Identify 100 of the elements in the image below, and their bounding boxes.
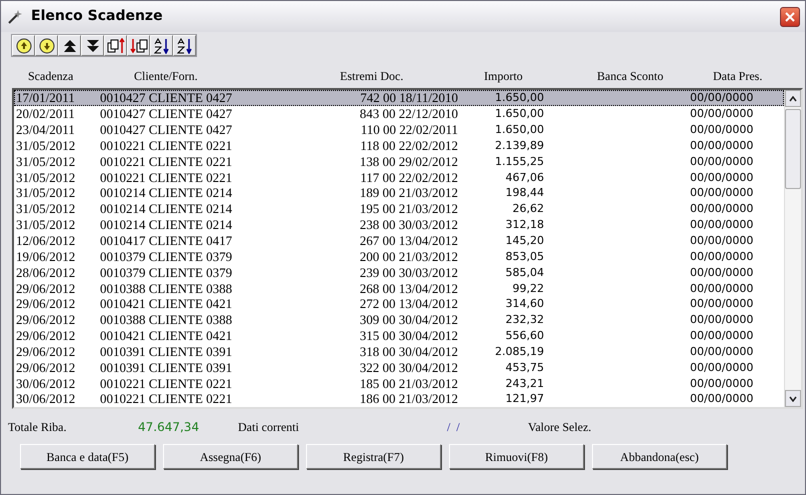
- action-button[interactable]: Registra(F7): [306, 444, 441, 469]
- table-cell: 00/00/0000: [690, 378, 754, 389]
- caret-down-icon: [789, 396, 797, 402]
- table-cell-text: 23/04/2011: [15, 123, 76, 136]
- wand-icon: [7, 8, 23, 24]
- table-cell-text: 585,04: [504, 266, 544, 278]
- table-row[interactable]: 29/06/2012 0010391 CLIENTE 0391 318 00 30/04/2012 2.085,19 00/00/0000: [14, 344, 784, 360]
- circle-down-icon[interactable]: [35, 35, 58, 56]
- table-cell-text: 1.650,00: [494, 124, 544, 136]
- table-cell-text: 0010427 CLIENTE 0427: [100, 91, 234, 104]
- table-cell: 00/00/0000: [690, 346, 754, 357]
- table-cell: 00/00/0000: [690, 362, 754, 373]
- table-row[interactable]: 31/05/2012 0010214 CLIENTE 0214 189 00 21/03/2012 198,44 00/00/0000: [14, 185, 784, 201]
- pages-down-icon[interactable]: [127, 35, 150, 56]
- table-cell: 00/00/0000: [690, 219, 754, 230]
- table-cell-text: 118 00 22/02/2012: [359, 138, 458, 152]
- table-row[interactable]: 30/06/2012 0010221 CLIENTE 0221 186 00 21/03/2012 121,97 00/00/0000: [14, 391, 784, 407]
- table-cell-text: 31/05/2012: [15, 202, 76, 216]
- table-cell-text: 2.139,89: [494, 140, 544, 151]
- sort-icon[interactable]: [173, 35, 196, 56]
- table-cell-text: 0010221 CLIENTE 0221: [100, 138, 234, 152]
- table-cell-text: 29/06/2012: [15, 329, 76, 342]
- scroll-thumb[interactable]: [785, 109, 801, 189]
- table-row[interactable]: 23/04/2011 0010427 CLIENTE 0427 110 00 22/02/2011 1.650,00 00/00/0000: [14, 122, 784, 138]
- action-button[interactable]: Banca e data(F5): [20, 444, 155, 469]
- table-cell-text: 309 00 30/04/2012: [358, 313, 458, 326]
- total-value: 47.647,34: [138, 418, 200, 436]
- table-row[interactable]: 29/06/2012 0010388 CLIENTE 0388 309 00 30/04/2012 232,32 00/00/0000: [14, 312, 784, 328]
- table-cell-text: 17/01/2011: [15, 91, 76, 104]
- table-cell-text: 0010421 CLIENTE 0421: [100, 329, 234, 342]
- table-cell-text: 19/06/2012: [15, 250, 76, 263]
- table-cell-text: 742 00 18/11/2010: [359, 91, 458, 104]
- table-cell: 00/00/0000: [690, 172, 754, 183]
- table-cell: 00/00/0000: [690, 187, 754, 198]
- table-cell-text: 145,20: [504, 235, 544, 246]
- table-cell-text: 31/05/2012: [15, 186, 76, 200]
- table-row[interactable]: 28/06/2012 0010379 CLIENTE 0379 239 00 30/03/2012 585,04 00/00/0000: [14, 264, 784, 280]
- action-button[interactable]: Abbandona(esc): [592, 444, 727, 469]
- window-title: Elenco Scadenze: [31, 7, 163, 26]
- column-header: Banca Sconto: [597, 68, 664, 85]
- table-cell-text: 0010391 CLIENTE 0391: [100, 344, 234, 358]
- table-row[interactable]: 31/05/2012 0010214 CLIENTE 0214 238 00 30/03/2012 312,18 00/00/0000: [14, 216, 784, 233]
- table-cell-text: 31/05/2012: [15, 154, 76, 168]
- table-row[interactable]: 29/06/2012 0010421 CLIENTE 0421 272 00 13/04/2012 314,60 00/00/0000: [14, 296, 784, 312]
- table-cell-text: 31/05/2012: [15, 138, 76, 152]
- table-row[interactable]: 29/06/2012 0010388 CLIENTE 0388 268 00 13/04/2012 99,22 00/00/0000: [14, 280, 784, 296]
- total-label: Totale Riba.: [8, 418, 68, 436]
- table-cell-text: 0010221 CLIENTE 0221: [100, 154, 234, 168]
- table-row[interactable]: 19/06/2012 0010379 CLIENTE 0379 200 00 21/03/2012 853,05 00/00/0000: [14, 248, 784, 264]
- close-icon: [785, 12, 795, 22]
- table-cell-text: 314,60: [504, 298, 544, 310]
- table-cell-text: 1.650,00: [494, 92, 544, 104]
- table-cell-text: 322 00 30/04/2012: [358, 360, 458, 374]
- table-cell-text: 29/06/2012: [15, 282, 76, 295]
- pages-up-icon[interactable]: [104, 35, 127, 56]
- table-cell-text: 243,21: [504, 378, 544, 389]
- table-cell-text: 0010391 CLIENTE 0391: [100, 360, 234, 374]
- table-row[interactable]: 29/06/2012 0010391 CLIENTE 0391 322 00 30/04/2012 453,75 00/00/0000: [14, 359, 784, 376]
- table-cell-text: 29/06/2012: [15, 297, 76, 310]
- table-cell-text: 30/06/2012: [15, 376, 76, 390]
- table-cell-text: 0010379 CLIENTE 0379: [100, 266, 234, 279]
- action-button[interactable]: Assegna(F6): [163, 444, 298, 469]
- current-data-value: / /: [447, 418, 461, 436]
- table-row[interactable]: 17/01/2011 0010427 CLIENTE 0427 742 00 18/11/2010 1.650,00 00/00/0000: [14, 90, 784, 106]
- double-up-icon[interactable]: [58, 35, 81, 56]
- close-button[interactable]: [780, 6, 800, 26]
- column-header: Scadenza: [27, 68, 74, 85]
- table-cell: 00/00/0000: [690, 298, 754, 310]
- scroll-up-button[interactable]: [785, 90, 801, 107]
- table-row[interactable]: 12/06/2012 0010417 CLIENTE 0417 267 00 13/04/2012 145,20 00/00/0000: [14, 232, 784, 248]
- selected-value-label: Valore Selez.: [528, 418, 592, 436]
- table-cell-text: 853,05: [504, 250, 544, 262]
- table-cell: 00/00/0000: [690, 314, 754, 326]
- table-cell-text: 138 00 29/02/2012: [358, 154, 458, 168]
- action-button[interactable]: Rimuovi(F8): [449, 444, 584, 469]
- sort-icon[interactable]: [150, 35, 173, 56]
- table-cell-text: 0010417 CLIENTE 0417: [100, 234, 234, 248]
- table-cell-text: 268 00 13/04/2012: [358, 282, 458, 295]
- table-row[interactable]: 29/06/2012 0010421 CLIENTE 0421 315 00 30/04/2012 556,60 00/00/0000: [14, 328, 784, 344]
- table-cell-text: 318 00 30/04/2012: [358, 344, 458, 358]
- table-cell-text: 0010388 CLIENTE 0388: [100, 282, 234, 295]
- table-cell-text: 28/06/2012: [15, 266, 76, 279]
- scroll-down-button[interactable]: [785, 390, 801, 407]
- table-cell-text: 29/06/2012: [15, 344, 76, 358]
- column-header: Estremi Doc.: [340, 68, 404, 85]
- scrollbar[interactable]: [784, 90, 801, 407]
- table-row[interactable]: 20/02/2011 0010427 CLIENTE 0427 843 00 22/12/2010 1.650,00 00/00/0000: [14, 106, 784, 122]
- circle-up-icon[interactable]: [12, 35, 35, 56]
- table-row[interactable]: 30/06/2012 0010221 CLIENTE 0221 185 00 21/03/2012 243,21 00/00/0000: [14, 375, 784, 392]
- column-header: Data Pres.: [713, 68, 762, 85]
- table-cell-text: 1.155,25: [494, 156, 544, 167]
- table-cell-text: 20/02/2011: [15, 107, 76, 120]
- table-cell-text: 0010427 CLIENTE 0427: [100, 107, 234, 120]
- table-cell: 00/00/0000: [690, 250, 754, 262]
- table-row[interactable]: 31/05/2012 0010221 CLIENTE 0221 117 00 22/02/2012 467,06 00/00/0000: [14, 169, 784, 186]
- table-cell: 00/00/0000: [690, 203, 754, 214]
- table-row[interactable]: 31/05/2012 0010214 CLIENTE 0214 195 00 21/03/2012 26,62 00/00/0000: [14, 200, 784, 217]
- table-row[interactable]: 31/05/2012 0010221 CLIENTE 0221 118 00 22/02/2012 2.139,89 00/00/0000: [14, 138, 784, 154]
- double-down-icon[interactable]: [81, 35, 104, 56]
- table-row[interactable]: 31/05/2012 0010221 CLIENTE 0221 138 00 29/02/2012 1.155,25 00/00/0000: [14, 153, 784, 170]
